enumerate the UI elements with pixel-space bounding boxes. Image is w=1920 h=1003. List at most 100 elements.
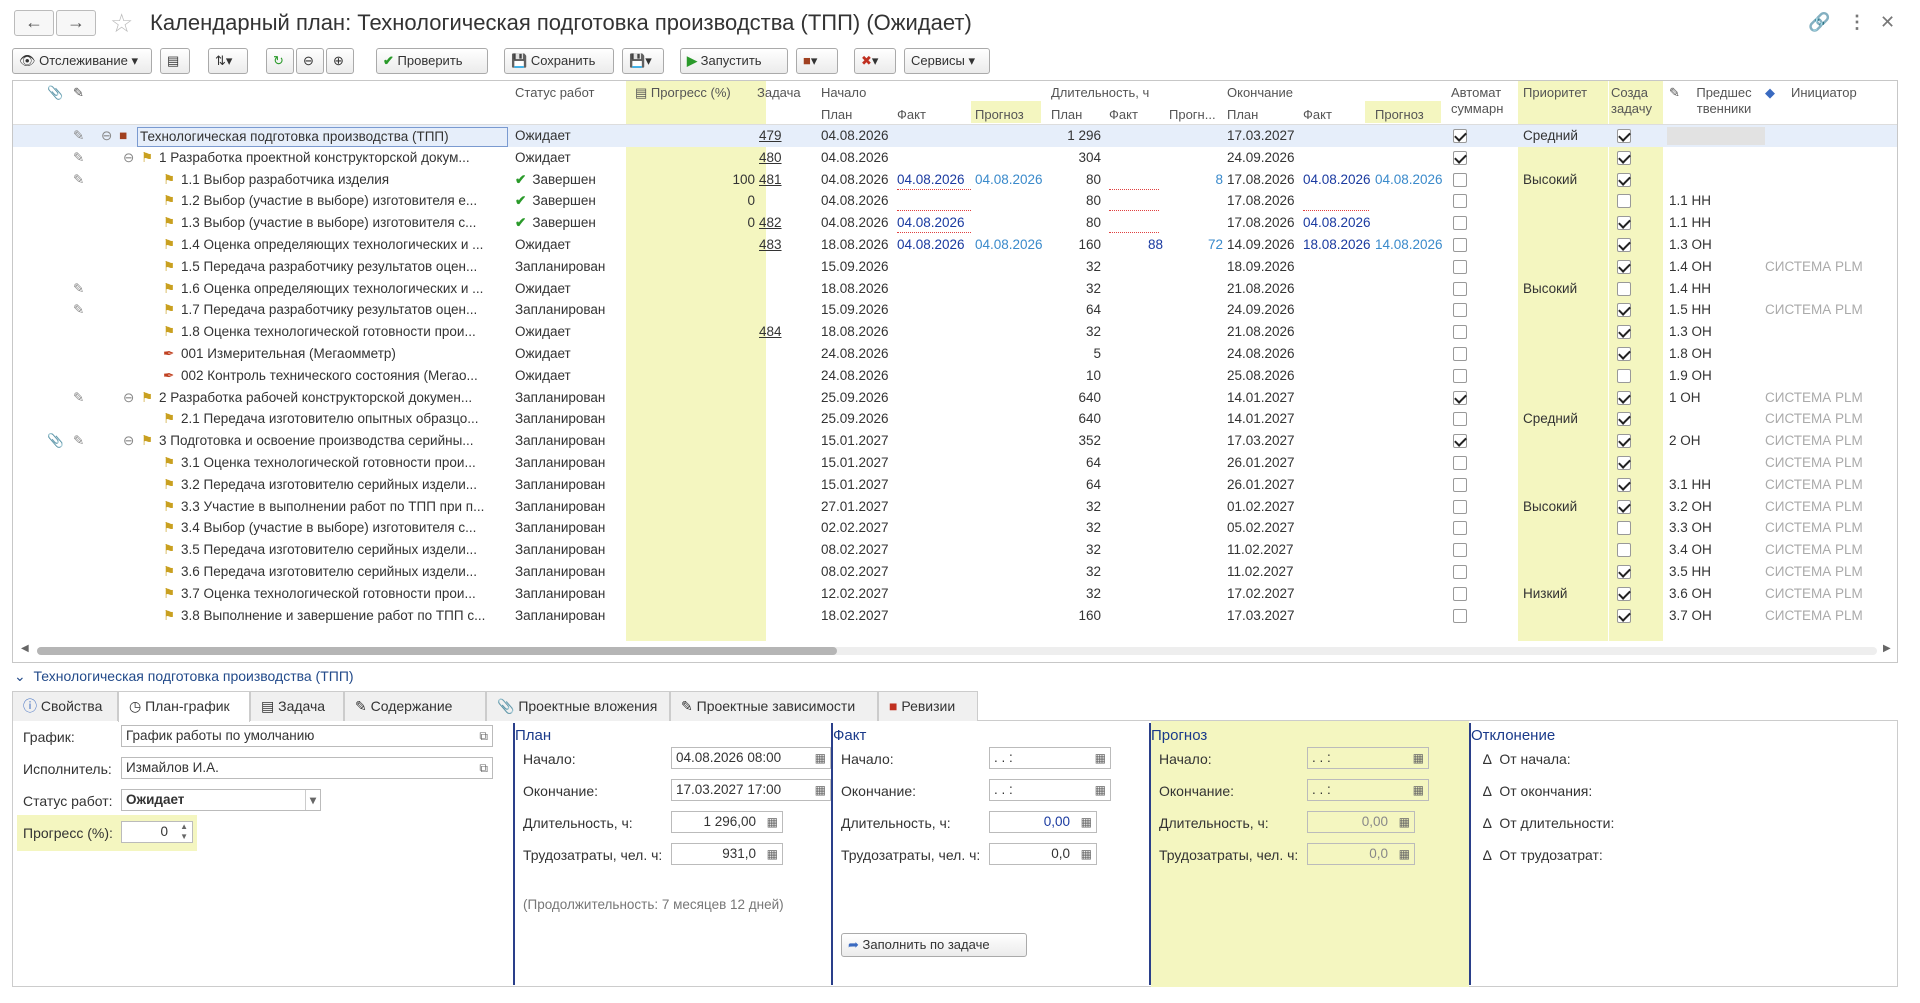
executor-field[interactable]: Измайлов И.А. ⧉ xyxy=(121,757,493,779)
progress-cell[interactable] xyxy=(633,408,755,430)
auto-summary-checkbox[interactable] xyxy=(1453,238,1467,252)
auto-summary-checkbox[interactable] xyxy=(1453,194,1467,209)
fact-start-field[interactable]: . . : ▦ xyxy=(989,747,1111,769)
table-row[interactable]: ⚑ 3.7 Оценка технологической готовности п… xyxy=(13,583,1897,605)
predecessor-cell[interactable]: 3.2 ОН xyxy=(1669,496,1712,518)
stepper-arrows-icon[interactable]: ▲ ▼ xyxy=(180,822,188,842)
create-task-checkbox[interactable] xyxy=(1617,347,1631,361)
calculator-icon[interactable]: ▦ xyxy=(1399,812,1410,832)
fact-duration-field[interactable]: 0,00 ▦ xyxy=(989,811,1097,833)
create-task-checkbox[interactable] xyxy=(1617,434,1631,449)
plan-labor-field[interactable]: 931,0 ▦ xyxy=(671,843,783,865)
task-link[interactable]: 483 xyxy=(759,234,782,256)
levels-dropdown[interactable]: ⇅▾ xyxy=(208,48,248,74)
progress-cell[interactable] xyxy=(633,125,755,147)
collapse-icon[interactable]: ⊖ xyxy=(123,430,134,452)
table-row[interactable]: ⚑ 1.8 Оценка технологической готовности п… xyxy=(13,321,1897,343)
auto-summary-checkbox[interactable] xyxy=(1453,390,1467,405)
progress-cell[interactable] xyxy=(633,256,755,278)
task-name[interactable]: 1.4 Оценка определяющих технологических … xyxy=(181,234,508,256)
auto-summary-checkbox[interactable] xyxy=(1453,456,1467,470)
task-name[interactable]: 3 Подготовка и освоение производства сер… xyxy=(159,430,508,452)
progress-cell[interactable] xyxy=(633,605,755,627)
create-task-checkbox[interactable] xyxy=(1617,499,1631,514)
tools-dropdown[interactable]: ✖▾ xyxy=(854,48,896,74)
auto-summary-checkbox[interactable] xyxy=(1453,150,1467,165)
progress-cell[interactable] xyxy=(633,430,755,452)
table-row[interactable]: ⚑ 1.5 Передача разработчику результатов о… xyxy=(13,256,1897,278)
create-task-checkbox[interactable] xyxy=(1617,368,1631,383)
predecessor-cell[interactable]: 1.1 НН xyxy=(1669,190,1711,212)
header-start-plan[interactable]: План xyxy=(821,107,852,122)
detail-section-title[interactable]: ⌄ Технологическая подготовка производств… xyxy=(14,668,354,685)
horizontal-scrollbar[interactable] xyxy=(37,647,1877,655)
header-create[interactable]: Созда задачу xyxy=(1611,85,1661,117)
zoom-in-button[interactable]: ⊕ xyxy=(326,48,354,74)
tab-attachments[interactable]: 📎 Проектные вложения xyxy=(486,691,670,721)
table-row[interactable]: ⚑ 1.2 Выбор (участие в выборе) изготовите… xyxy=(13,190,1897,212)
table-row[interactable]: ✒ 001 Измерительная (Мегаомметр) Ожидает 24… xyxy=(13,343,1897,365)
create-task-checkbox[interactable] xyxy=(1617,608,1631,623)
auto-summary-checkbox[interactable] xyxy=(1453,325,1467,340)
header-end-plan[interactable]: План xyxy=(1227,107,1258,122)
fact-labor-field[interactable]: 0,0 ▦ xyxy=(989,843,1097,865)
header-start[interactable]: Начало xyxy=(821,85,866,100)
progress-cell[interactable] xyxy=(633,474,755,496)
task-name[interactable]: 1.1 Выбор разработчика изделия xyxy=(181,169,508,191)
task-link[interactable]: 480 xyxy=(759,147,782,169)
create-task-checkbox[interactable] xyxy=(1617,172,1631,187)
header-progress[interactable]: ▤ Прогресс (%) xyxy=(635,85,731,101)
task-name[interactable]: 3.2 Передача изготовителю серийных издел… xyxy=(181,474,508,496)
predecessor-cell[interactable]: 3.5 НН xyxy=(1669,561,1711,583)
table-row[interactable]: ⚑ 3.8 Выполнение и завершение работ по ТП… xyxy=(13,605,1897,627)
tab-dependencies[interactable]: ✎ Проектные зависимости xyxy=(670,691,878,721)
predecessor-cell[interactable]: 1 ОН xyxy=(1669,387,1701,409)
task-name[interactable]: 3.4 Выбор (участие в выборе) изготовител… xyxy=(181,517,508,539)
table-row[interactable]: 📎 ✎ ⊖ ⚑ 3 Подготовка и освоение производства… xyxy=(13,430,1897,452)
plan-start-field[interactable]: 04.08.2026 08:00 ▦ xyxy=(671,747,831,769)
header-dur-fact[interactable]: Факт xyxy=(1109,107,1138,122)
favorite-star-icon[interactable]: ☆ xyxy=(110,8,133,39)
create-task-checkbox[interactable] xyxy=(1617,456,1631,470)
predecessor-cell[interactable]: 1.4 ОН xyxy=(1669,256,1712,278)
zoom-out-button[interactable]: ⊖ xyxy=(296,48,324,74)
tab-content[interactable]: ✎ Содержание xyxy=(344,691,486,721)
calendar-icon[interactable]: ▦ xyxy=(815,780,826,800)
progress-cell[interactable] xyxy=(633,321,755,343)
calendar-icon[interactable]: ▦ xyxy=(1095,780,1106,800)
priority-cell[interactable]: Низкий xyxy=(1523,583,1567,605)
auto-summary-checkbox[interactable] xyxy=(1453,434,1467,449)
forecast-start-field[interactable]: . . : ▦ xyxy=(1307,747,1429,769)
back-button[interactable]: ← xyxy=(14,10,54,36)
create-task-checkbox[interactable] xyxy=(1617,325,1631,340)
predecessor-cell[interactable]: 1.8 ОН xyxy=(1669,343,1712,365)
calculator-icon[interactable]: ▦ xyxy=(767,844,778,864)
create-task-checkbox[interactable] xyxy=(1617,129,1631,143)
priority-cell[interactable]: Высокий xyxy=(1523,169,1577,191)
collapse-icon[interactable]: ⊖ xyxy=(123,387,134,409)
create-task-checkbox[interactable] xyxy=(1617,390,1631,405)
calendar-icon[interactable]: ▦ xyxy=(1413,748,1424,768)
task-name[interactable]: 3.5 Передача изготовителю серийных издел… xyxy=(181,539,508,561)
task-name[interactable]: 1.7 Передача разработчику результатов оц… xyxy=(181,299,508,321)
calendar-icon[interactable]: ▦ xyxy=(815,748,826,768)
auto-summary-checkbox[interactable] xyxy=(1453,586,1467,601)
plan-end-field[interactable]: 17.03.2027 17:00 ▦ xyxy=(671,779,831,801)
progress-cell[interactable] xyxy=(633,452,755,474)
progress-cell[interactable] xyxy=(633,387,755,409)
progress-cell[interactable] xyxy=(633,561,755,583)
progress-cell[interactable] xyxy=(633,517,755,539)
refresh-button[interactable]: ↻ xyxy=(266,48,294,74)
table-row[interactable]: ✎ ⊖ ⚑ 2 Разработка рабочей конструкторской … xyxy=(13,387,1897,409)
calculator-icon[interactable]: ▦ xyxy=(1081,844,1092,864)
auto-summary-checkbox[interactable] xyxy=(1453,172,1467,187)
table-row[interactable]: ✎ ⚑ 1.6 Оценка определяющих технологически… xyxy=(13,278,1897,300)
scrollbar-thumb[interactable] xyxy=(37,647,837,655)
progress-cell[interactable] xyxy=(633,583,755,605)
schedule-field[interactable]: График работы по умолчанию ⧉ xyxy=(121,725,493,747)
header-status[interactable]: Статус работ xyxy=(515,85,595,100)
start-button[interactable]: ▶ Запустить xyxy=(680,48,788,74)
more-menu-icon[interactable]: ⋮ xyxy=(1848,12,1866,33)
task-name[interactable]: 1.8 Оценка технологической готовности пр… xyxy=(181,321,508,343)
scroll-right-icon[interactable]: ▶ xyxy=(1883,643,1891,654)
